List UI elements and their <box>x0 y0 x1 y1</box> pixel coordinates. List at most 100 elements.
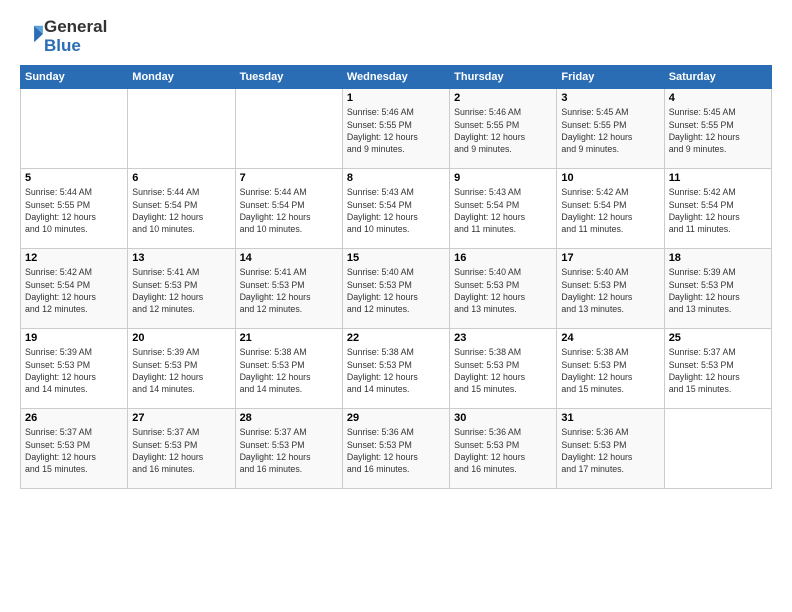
header-cell-wednesday: Wednesday <box>342 66 449 89</box>
day-cell: 11 Sunrise: 5:42 AM Sunset: 5:54 PM Dayli… <box>664 169 771 249</box>
day-number: 24 <box>561 332 659 344</box>
calendar-table: SundayMondayTuesdayWednesdayThursdayFrid… <box>20 65 772 489</box>
day-cell: 3 Sunrise: 5:45 AM Sunset: 5:55 PM Daylig… <box>557 89 664 169</box>
day-info: Sunrise: 5:39 AM Sunset: 5:53 PM Dayligh… <box>132 346 230 395</box>
logo: General Blue <box>20 18 107 55</box>
day-cell: 5 Sunrise: 5:44 AM Sunset: 5:55 PM Daylig… <box>21 169 128 249</box>
day-number: 25 <box>669 332 767 344</box>
header-cell-friday: Friday <box>557 66 664 89</box>
day-number: 21 <box>240 332 338 344</box>
day-number: 6 <box>132 172 230 184</box>
day-number: 28 <box>240 412 338 424</box>
day-info: Sunrise: 5:37 AM Sunset: 5:53 PM Dayligh… <box>25 426 123 475</box>
day-cell: 23 Sunrise: 5:38 AM Sunset: 5:53 PM Dayli… <box>450 329 557 409</box>
day-cell: 13Sunrise: 5:41 AM Sunset: 5:53 PM Dayli… <box>128 249 235 329</box>
header-cell-tuesday: Tuesday <box>235 66 342 89</box>
day-info: Sunrise: 5:40 AM Sunset: 5:53 PM Dayligh… <box>561 266 659 315</box>
day-number: 30 <box>454 412 552 424</box>
day-cell: 30Sunrise: 5:36 AM Sunset: 5:53 PM Dayli… <box>450 409 557 489</box>
day-info: Sunrise: 5:44 AM Sunset: 5:55 PM Dayligh… <box>25 186 123 235</box>
day-number: 18 <box>669 252 767 264</box>
day-info: Sunrise: 5:39 AM Sunset: 5:53 PM Dayligh… <box>669 266 767 315</box>
day-info: Sunrise: 5:38 AM Sunset: 5:53 PM Dayligh… <box>240 346 338 395</box>
day-cell: 12 Sunrise: 5:42 AM Sunset: 5:54 PM Dayli… <box>21 249 128 329</box>
day-cell: 6 Sunrise: 5:44 AM Sunset: 5:54 PM Daylig… <box>128 169 235 249</box>
day-number: 11 <box>669 172 767 184</box>
day-info: Sunrise: 5:40 AM Sunset: 5:53 PM Dayligh… <box>347 266 445 315</box>
day-cell <box>128 89 235 169</box>
day-number: 16 <box>454 252 552 264</box>
day-number: 27 <box>132 412 230 424</box>
week-row-5: 26 Sunrise: 5:37 AM Sunset: 5:53 PM Dayli… <box>21 409 772 489</box>
header-cell-monday: Monday <box>128 66 235 89</box>
day-info: Sunrise: 5:44 AM Sunset: 5:54 PM Dayligh… <box>240 186 338 235</box>
day-cell: 15Sunrise: 5:40 AM Sunset: 5:53 PM Dayli… <box>342 249 449 329</box>
day-cell <box>235 89 342 169</box>
day-info: Sunrise: 5:36 AM Sunset: 5:53 PM Dayligh… <box>347 426 445 475</box>
day-number: 17 <box>561 252 659 264</box>
day-info: Sunrise: 5:37 AM Sunset: 5:53 PM Dayligh… <box>669 346 767 395</box>
header-cell-saturday: Saturday <box>664 66 771 89</box>
day-info: Sunrise: 5:44 AM Sunset: 5:54 PM Dayligh… <box>132 186 230 235</box>
calendar-body: 1 Sunrise: 5:46 AM Sunset: 5:55 PM Daylig… <box>21 89 772 489</box>
day-cell: 25 Sunrise: 5:37 AM Sunset: 5:53 PM Dayli… <box>664 329 771 409</box>
day-cell: 21 Sunrise: 5:38 AM Sunset: 5:53 PM Dayli… <box>235 329 342 409</box>
header-cell-thursday: Thursday <box>450 66 557 89</box>
day-cell: 1Sunrise: 5:46 AM Sunset: 5:55 PM Daylig… <box>342 89 449 169</box>
day-cell: 19 Sunrise: 5:39 AM Sunset: 5:53 PM Dayli… <box>21 329 128 409</box>
day-cell: 18 Sunrise: 5:39 AM Sunset: 5:53 PM Dayli… <box>664 249 771 329</box>
day-info: Sunrise: 5:42 AM Sunset: 5:54 PM Dayligh… <box>669 186 767 235</box>
day-info: Sunrise: 5:39 AM Sunset: 5:53 PM Dayligh… <box>25 346 123 395</box>
day-info: Sunrise: 5:45 AM Sunset: 5:55 PM Dayligh… <box>561 106 659 155</box>
day-info: Sunrise: 5:36 AM Sunset: 5:53 PM Dayligh… <box>561 426 659 475</box>
day-info: Sunrise: 5:42 AM Sunset: 5:54 PM Dayligh… <box>25 266 123 315</box>
day-cell: 22Sunrise: 5:38 AM Sunset: 5:53 PM Dayli… <box>342 329 449 409</box>
day-cell: 20 Sunrise: 5:39 AM Sunset: 5:53 PM Dayli… <box>128 329 235 409</box>
day-cell: 17 Sunrise: 5:40 AM Sunset: 5:53 PM Dayli… <box>557 249 664 329</box>
day-number: 29 <box>347 412 445 424</box>
day-info: Sunrise: 5:38 AM Sunset: 5:53 PM Dayligh… <box>347 346 445 395</box>
day-cell: 16Sunrise: 5:40 AM Sunset: 5:53 PM Dayli… <box>450 249 557 329</box>
day-number: 10 <box>561 172 659 184</box>
day-cell: 4 Sunrise: 5:45 AM Sunset: 5:55 PM Daylig… <box>664 89 771 169</box>
week-row-3: 12 Sunrise: 5:42 AM Sunset: 5:54 PM Dayli… <box>21 249 772 329</box>
logo-icon <box>22 23 44 45</box>
day-info: Sunrise: 5:42 AM Sunset: 5:54 PM Dayligh… <box>561 186 659 235</box>
logo-line1: General <box>44 18 107 37</box>
day-number: 26 <box>25 412 123 424</box>
day-cell: 24 Sunrise: 5:38 AM Sunset: 5:53 PM Dayli… <box>557 329 664 409</box>
day-cell: 9Sunrise: 5:43 AM Sunset: 5:54 PM Daylig… <box>450 169 557 249</box>
day-info: Sunrise: 5:38 AM Sunset: 5:53 PM Dayligh… <box>454 346 552 395</box>
day-number: 13 <box>132 252 230 264</box>
day-number: 4 <box>669 92 767 104</box>
day-info: Sunrise: 5:38 AM Sunset: 5:53 PM Dayligh… <box>561 346 659 395</box>
day-number: 20 <box>132 332 230 344</box>
day-number: 1 <box>347 92 445 104</box>
day-cell <box>664 409 771 489</box>
day-cell: 28 Sunrise: 5:37 AM Sunset: 5:53 PM Dayli… <box>235 409 342 489</box>
day-number: 12 <box>25 252 123 264</box>
week-row-4: 19 Sunrise: 5:39 AM Sunset: 5:53 PM Dayli… <box>21 329 772 409</box>
logo-line2: Blue <box>44 37 107 56</box>
day-info: Sunrise: 5:37 AM Sunset: 5:53 PM Dayligh… <box>132 426 230 475</box>
day-cell: 27 Sunrise: 5:37 AM Sunset: 5:53 PM Dayli… <box>128 409 235 489</box>
day-cell: 31Sunrise: 5:36 AM Sunset: 5:53 PM Dayli… <box>557 409 664 489</box>
day-number: 2 <box>454 92 552 104</box>
header-cell-sunday: Sunday <box>21 66 128 89</box>
day-cell: 7Sunrise: 5:44 AM Sunset: 5:54 PM Daylig… <box>235 169 342 249</box>
calendar-header: SundayMondayTuesdayWednesdayThursdayFrid… <box>21 66 772 89</box>
day-number: 23 <box>454 332 552 344</box>
day-number: 5 <box>25 172 123 184</box>
day-number: 19 <box>25 332 123 344</box>
week-row-2: 5 Sunrise: 5:44 AM Sunset: 5:55 PM Daylig… <box>21 169 772 249</box>
day-info: Sunrise: 5:37 AM Sunset: 5:53 PM Dayligh… <box>240 426 338 475</box>
day-info: Sunrise: 5:45 AM Sunset: 5:55 PM Dayligh… <box>669 106 767 155</box>
day-info: Sunrise: 5:41 AM Sunset: 5:53 PM Dayligh… <box>240 266 338 315</box>
week-row-1: 1 Sunrise: 5:46 AM Sunset: 5:55 PM Daylig… <box>21 89 772 169</box>
day-cell <box>21 89 128 169</box>
day-info: Sunrise: 5:46 AM Sunset: 5:55 PM Dayligh… <box>454 106 552 155</box>
day-cell: 14Sunrise: 5:41 AM Sunset: 5:53 PM Dayli… <box>235 249 342 329</box>
day-number: 3 <box>561 92 659 104</box>
page: General Blue SundayMondayTuesdayWednesda… <box>0 0 792 612</box>
day-cell: 26 Sunrise: 5:37 AM Sunset: 5:53 PM Dayli… <box>21 409 128 489</box>
